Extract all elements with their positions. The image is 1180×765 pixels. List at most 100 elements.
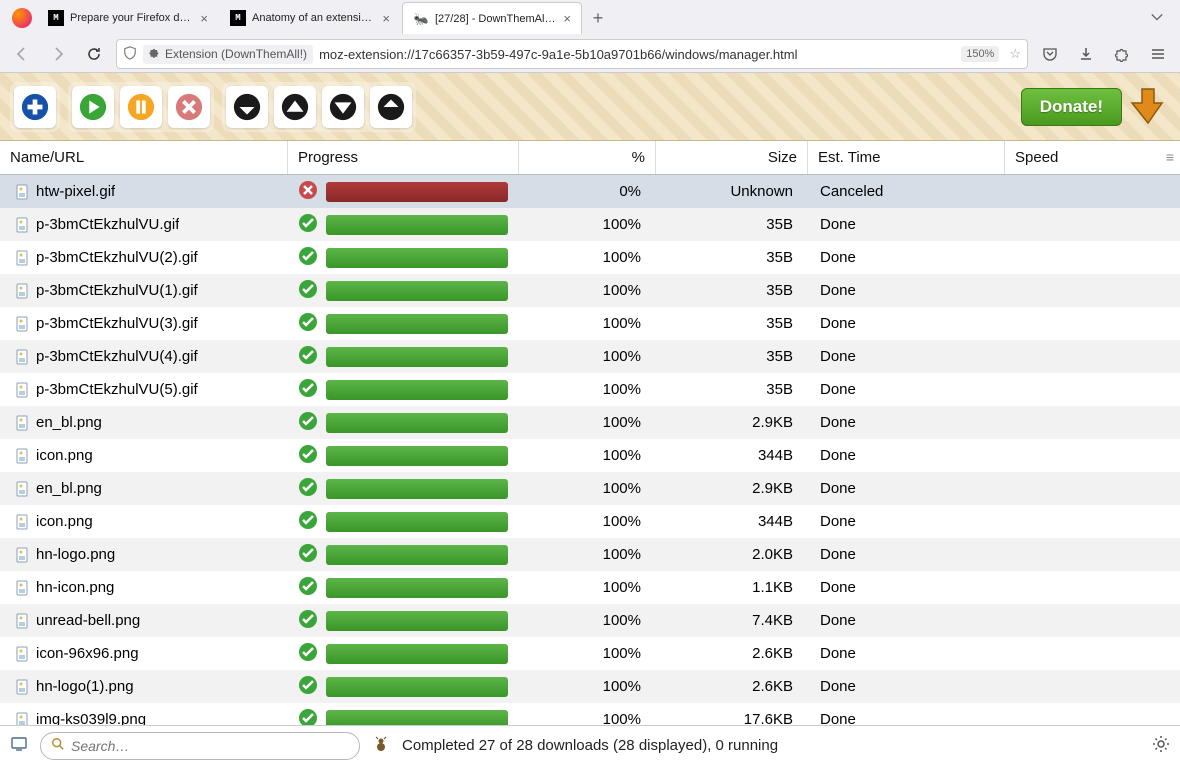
tab-title: Anatomy of an extension - Moz… — [252, 12, 376, 24]
status-done-icon — [298, 708, 318, 726]
cell-est-time: Done — [808, 340, 1005, 373]
cell-percent: 100% — [519, 373, 656, 406]
column-header-progress[interactable]: Progress — [288, 141, 519, 174]
cell-size: 2.6KB — [656, 637, 808, 670]
cell-size: 35B — [656, 241, 808, 274]
table-row[interactable]: p-3bmCtEkzhulVU.gif100%35BDone — [0, 208, 1180, 241]
cell-percent: 100% — [519, 241, 656, 274]
close-tab-icon[interactable]: × — [382, 11, 390, 26]
table-row[interactable]: icon-96x96.png100%2.6KBDone — [0, 637, 1180, 670]
cell-percent: 100% — [519, 472, 656, 505]
cell-speed — [1005, 472, 1180, 505]
table-row[interactable]: p-3bmCtEkzhulVU(1).gif100%35BDone — [0, 274, 1180, 307]
file-name: unread-bell.png — [36, 612, 140, 629]
settings-gear-icon[interactable] — [1152, 735, 1170, 757]
pocket-icon[interactable] — [1036, 40, 1064, 68]
table-row[interactable]: p-3bmCtEkzhulVU(3).gif100%35BDone — [0, 307, 1180, 340]
dta-toolbar: Donate! — [0, 73, 1180, 141]
search-input[interactable] — [71, 738, 349, 754]
cell-speed — [1005, 571, 1180, 604]
progress-bar — [326, 545, 508, 565]
app-menu-icon[interactable] — [1144, 40, 1172, 68]
dta-mascot-icon — [372, 735, 390, 757]
table-row[interactable]: hn-logo(1).png100%2.6KBDone — [0, 670, 1180, 703]
tab-overflow-button[interactable] — [1140, 10, 1174, 27]
move-up-button[interactable] — [274, 86, 316, 128]
donate-button[interactable]: Donate! — [1021, 88, 1122, 126]
table-row[interactable]: en_bl.png 100%2.9KBDone — [0, 406, 1180, 439]
browser-tab[interactable]: MAnatomy of an extension - Moz…× — [220, 2, 400, 34]
table-row[interactable]: htw-pixel.gif0%UnknownCanceled — [0, 175, 1180, 208]
table-body[interactable]: htw-pixel.gif0%UnknownCanceledp-3bmCtEkz… — [0, 175, 1180, 725]
cell-percent: 100% — [519, 604, 656, 637]
donate-arrow-icon — [1126, 83, 1170, 130]
extension-chip: Extension (DownThemAll!) — [143, 45, 313, 64]
status-done-icon — [298, 510, 318, 534]
file-name: icon-96x96.png — [36, 645, 139, 662]
cell-percent: 100% — [519, 703, 656, 725]
search-box[interactable] — [40, 732, 360, 760]
progress-bar — [326, 347, 508, 367]
browser-tab[interactable]: 🐜[27/28] - DownThemAll! Manag…× — [402, 2, 582, 34]
resume-button[interactable] — [72, 86, 114, 128]
cell-speed — [1005, 670, 1180, 703]
table-row[interactable]: p-3bmCtEkzhulVU(4).gif100%35BDone — [0, 340, 1180, 373]
table-row[interactable]: icon.png100%344BDone — [0, 505, 1180, 538]
cell-size: 7.4KB — [656, 604, 808, 637]
cell-speed — [1005, 637, 1180, 670]
table-row[interactable]: unread-bell.png100%7.4KBDone — [0, 604, 1180, 637]
add-download-button[interactable] — [14, 86, 56, 128]
column-header-name[interactable]: Name/URL — [0, 141, 288, 174]
cancel-button[interactable] — [168, 86, 210, 128]
cell-percent: 100% — [519, 505, 656, 538]
browser-chrome: MPrepare your Firefox desktop e…×MAnatom… — [0, 0, 1180, 73]
move-down-button[interactable] — [322, 86, 364, 128]
downloads-icon[interactable] — [1072, 40, 1100, 68]
table-row[interactable]: p-3bmCtEkzhulVU(5).gif100%35BDone — [0, 373, 1180, 406]
browser-tab[interactable]: MPrepare your Firefox desktop e…× — [38, 2, 218, 34]
cell-size: 35B — [656, 307, 808, 340]
file-name: en_bl.png — [36, 414, 102, 431]
pause-button[interactable] — [120, 86, 162, 128]
zoom-indicator[interactable]: 150% — [961, 46, 999, 62]
table-row[interactable]: img-ks039l9.png100%17.6KBDone — [0, 703, 1180, 725]
table-row[interactable]: en_bl.png100%2.9KBDone — [0, 472, 1180, 505]
table-row[interactable]: hn-logo.png100%2.0KBDone — [0, 538, 1180, 571]
firefox-logo-icon — [12, 8, 32, 28]
cell-percent: 100% — [519, 340, 656, 373]
column-header-speed[interactable]: Speed — [1005, 141, 1180, 174]
move-bottom-button[interactable] — [370, 86, 412, 128]
back-button[interactable] — [8, 40, 36, 68]
progress-bar — [326, 248, 508, 268]
column-menu-icon[interactable]: ≡ — [1166, 149, 1174, 165]
status-canceled-icon — [298, 180, 318, 204]
column-header-percent[interactable]: % — [519, 141, 656, 174]
cell-percent: 100% — [519, 406, 656, 439]
downloads-table: Name/URL Progress % Size Est. Time Speed… — [0, 141, 1180, 725]
tab-title: Prepare your Firefox desktop e… — [70, 12, 194, 24]
table-row[interactable]: hn-icon.png100%1.1KBDone — [0, 571, 1180, 604]
status-done-icon — [298, 576, 318, 600]
forward-button[interactable] — [44, 40, 72, 68]
status-done-icon — [298, 345, 318, 369]
new-tab-button[interactable]: + — [584, 4, 612, 32]
cell-est-time: Done — [808, 637, 1005, 670]
cell-size: 2.9KB — [656, 472, 808, 505]
column-header-est[interactable]: Est. Time — [808, 141, 1005, 174]
progress-bar — [326, 644, 508, 664]
progress-bar — [326, 215, 508, 235]
table-row[interactable]: p-3bmCtEkzhulVU(2).gif100%35BDone — [0, 241, 1180, 274]
url-bar[interactable]: Extension (DownThemAll!) moz-extension:/… — [116, 39, 1028, 69]
close-tab-icon[interactable]: × — [200, 11, 208, 26]
cell-est-time: Done — [808, 406, 1005, 439]
bookmark-star-icon[interactable]: ☆ — [1009, 46, 1021, 62]
progress-bar — [326, 677, 508, 697]
move-top-button[interactable] — [226, 86, 268, 128]
column-header-size[interactable]: Size — [656, 141, 808, 174]
extensions-icon[interactable] — [1108, 40, 1136, 68]
close-tab-icon[interactable]: × — [563, 11, 571, 26]
reload-button[interactable] — [80, 40, 108, 68]
cell-size: 2.9KB — [656, 406, 808, 439]
table-row[interactable]: icon.png100%344BDone — [0, 439, 1180, 472]
monitor-icon[interactable] — [10, 735, 28, 757]
